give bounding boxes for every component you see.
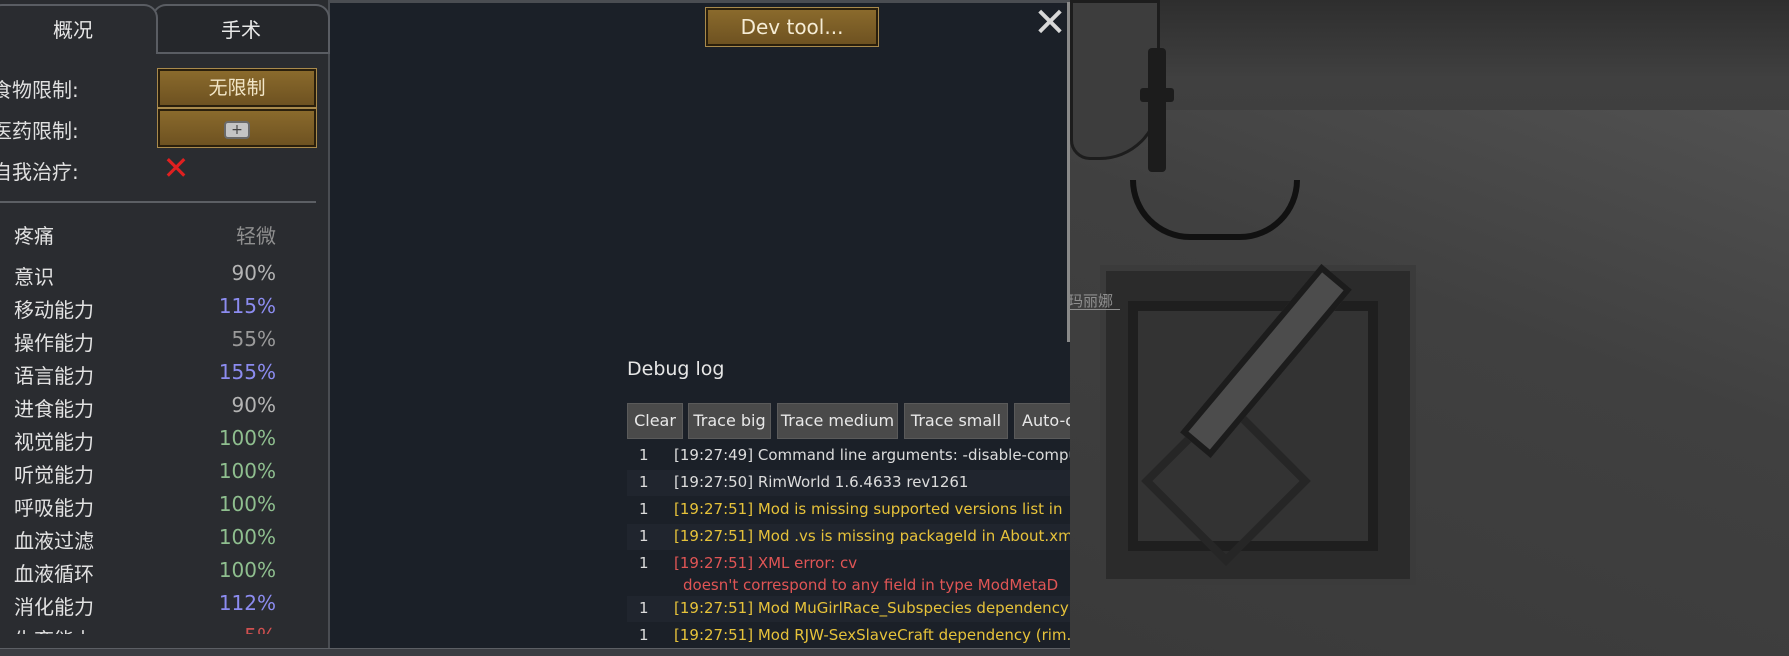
debug-toolbar: Clear Trace big Trace medium Trace small… <box>627 403 1070 439</box>
capacity-row-pain[interactable]: 疼痛 轻微 <box>14 220 276 250</box>
food-restriction-label: 食物限制: <box>0 78 79 102</box>
log-count: 1 <box>639 500 649 518</box>
capacity-row-hearing[interactable]: 听觉能力 100% <box>14 459 276 489</box>
capacity-row-moving[interactable]: 移动能力 115% <box>14 294 276 324</box>
log-message: [19:27:51] Mod .vs is missing packageId … <box>674 527 1070 545</box>
log-row[interactable]: 1 [19:27:51] Mod .vs is missing packageI… <box>627 524 1070 550</box>
capacity-value: 100% <box>218 459 276 483</box>
log-count: 1 <box>639 554 649 572</box>
close-icon[interactable]: ✕ <box>1032 3 1068 43</box>
capacity-value: 5% <box>244 624 276 634</box>
game-world-view[interactable] <box>1070 0 1789 656</box>
capacity-value: 100% <box>218 492 276 516</box>
debug-scrollbar[interactable] <box>1067 2 1070 342</box>
capacity-value: 55% <box>231 327 276 351</box>
capacity-row-digestion[interactable]: 消化能力 112% <box>14 591 276 621</box>
capacity-name: 视觉能力 <box>14 430 94 454</box>
capacity-value: 100% <box>218 558 276 582</box>
capacity-value: 轻微 <box>236 224 276 248</box>
self-tend-label: 自我治疗: <box>0 160 79 184</box>
tab-surgery[interactable]: 手术 <box>152 4 330 54</box>
log-row[interactable]: 1 [19:27:51] Mod MuGirlRace_Subspecies d… <box>627 596 1070 622</box>
capacity-name: 进食能力 <box>14 397 94 421</box>
pawn-name-label[interactable]: 玛丽娜 <box>1068 290 1120 310</box>
capacity-row-eating[interactable]: 进食能力 90% <box>14 393 276 423</box>
pawn-sprite[interactable] <box>1070 0 1300 240</box>
capacity-name: 生育能力 <box>14 624 94 634</box>
trace-medium-button[interactable]: Trace medium <box>777 403 898 439</box>
log-row-continuation[interactable]: doesn't correspond to any field in type … <box>627 576 1070 598</box>
capacity-value: 100% <box>218 525 276 549</box>
log-row[interactable]: 1 [19:27:49] Command line arguments: -di… <box>627 446 1070 470</box>
red-x-icon[interactable]: ✕ <box>160 152 192 184</box>
debug-log-title: Debug log <box>627 358 725 380</box>
log-count: 1 <box>639 626 649 644</box>
medicine-restriction-button[interactable]: + <box>157 108 317 148</box>
log-message: [19:27:51] Mod RJW-SexSlaveCraft depende… <box>674 626 1070 644</box>
log-message: [19:27:50] RimWorld 1.6.4633 rev1261 <box>674 473 969 491</box>
capacity-row-fertility[interactable]: 生育能力 5% <box>14 624 276 634</box>
rocket-launcher-icon <box>1140 48 1174 172</box>
capacity-row-sight[interactable]: 视觉能力 100% <box>14 426 276 456</box>
medicine-restriction-label: 医药限制: <box>0 119 79 143</box>
capacity-name: 移动能力 <box>14 298 94 322</box>
food-restriction-button[interactable]: 无限制 <box>157 68 317 108</box>
capacity-name: 呼吸能力 <box>14 496 94 520</box>
log-count: 1 <box>639 446 649 464</box>
capacity-value: 115% <box>218 294 276 318</box>
capacity-name: 语言能力 <box>14 364 94 388</box>
capacity-row-blood-pumping[interactable]: 血液循环 100% <box>14 558 276 588</box>
capacity-name: 血液循环 <box>14 562 94 586</box>
clear-button[interactable]: Clear <box>627 403 683 439</box>
log-message: [19:27:51] Mod is missing supported vers… <box>674 500 1063 518</box>
log-message: doesn't correspond to any field in type … <box>683 576 1059 594</box>
capacity-value: 112% <box>218 591 276 615</box>
capacity-row-consciousness[interactable]: 意识 90% <box>14 261 276 291</box>
health-panel: 手术 概况 食物限制: 无限制 医药限制: + 自我治疗: ✕ 疼痛 轻微 意识… <box>0 0 330 656</box>
log-message: [19:27:51] Mod MuGirlRace_Subspecies dep… <box>674 599 1069 617</box>
capacity-name: 操作能力 <box>14 331 94 355</box>
log-count: 1 <box>639 599 649 617</box>
tabs-baseline <box>152 52 330 54</box>
capacity-row-manipulation[interactable]: 操作能力 55% <box>14 327 276 357</box>
trace-small-button[interactable]: Trace small <box>904 403 1008 439</box>
trace-big-button[interactable]: Trace big <box>688 403 771 439</box>
debug-log-list[interactable]: 1 [19:27:49] Command line arguments: -di… <box>627 443 1070 653</box>
log-row[interactable]: 1 [19:27:51] Mod RJW-SexSlaveCraft depen… <box>627 626 1070 650</box>
storage-crate[interactable] <box>1100 263 1416 585</box>
capacity-value: 100% <box>218 426 276 450</box>
log-message: [19:27:49] Command line arguments: -disa… <box>674 446 1070 464</box>
log-message: [19:27:51] XML error: cv <box>674 554 858 572</box>
capacity-row-breathing[interactable]: 呼吸能力 100% <box>14 492 276 522</box>
capacity-name: 听觉能力 <box>14 463 94 487</box>
log-count: 1 <box>639 527 649 545</box>
log-row[interactable]: 1 [19:27:51] XML error: cv <box>627 554 1070 576</box>
medicine-kit-icon: + <box>224 121 250 139</box>
capacity-list: 疼痛 轻微 意识 90% 移动能力 115% 操作能力 55% 语言能力 155… <box>0 214 316 634</box>
capacity-name: 血液过滤 <box>14 529 94 553</box>
capacity-name: 疼痛 <box>14 224 54 248</box>
divider <box>0 201 316 203</box>
dev-tool-button[interactable]: Dev tool... <box>705 7 879 47</box>
log-count: 1 <box>639 473 649 491</box>
bottom-toolbar <box>0 648 1070 656</box>
pawn-hair <box>1070 0 1160 160</box>
capacity-name: 消化能力 <box>14 595 94 619</box>
capacity-row-talking[interactable]: 语言能力 155% <box>14 360 276 390</box>
log-row[interactable]: 1 [19:27:50] RimWorld 1.6.4633 rev1261 <box>627 470 1070 496</box>
auto-close-button[interactable]: Auto-c <box>1014 403 1070 439</box>
tab-overview[interactable]: 概况 <box>0 4 158 54</box>
capacity-name: 意识 <box>14 265 54 289</box>
log-row[interactable]: 1 [19:27:51] Mod is missing supported ve… <box>627 500 1070 524</box>
capacity-value: 155% <box>218 360 276 384</box>
capacity-row-blood-filtration[interactable]: 血液过滤 100% <box>14 525 276 555</box>
capacity-value: 90% <box>231 261 276 285</box>
capacity-value: 90% <box>231 393 276 417</box>
